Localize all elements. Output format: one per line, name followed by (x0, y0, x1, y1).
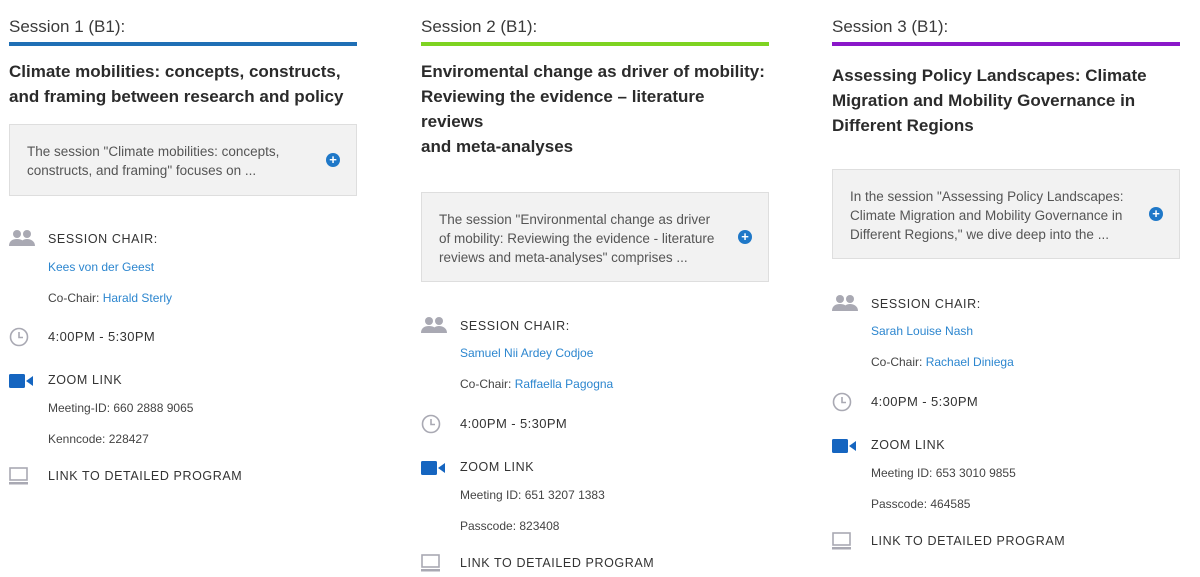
session-heading: Session 1 (B1): (9, 17, 126, 36)
session-chair-link[interactable]: Kees von der Geest (48, 260, 154, 274)
monitor-icon (9, 467, 28, 485)
cochair-line: Co-Chair: Raffaella Pagogna (460, 377, 614, 391)
session-color-bar (421, 42, 769, 46)
session-card-3: Session 3 (B1): Assessing Policy Landsca… (832, 0, 1180, 550)
video-camera-icon (421, 461, 445, 475)
zoom-link-label[interactable]: ZOOM LINK (871, 438, 945, 452)
session-heading: Session 2 (B1): (421, 17, 538, 36)
video-camera-icon (832, 439, 856, 453)
session-card-1: Session 1 (B1): Climate mobilities: conc… (9, 0, 357, 516)
plus-circle-icon[interactable]: + (326, 153, 340, 167)
session-title: Enviromental change as driver of mobilit… (421, 62, 765, 156)
session-description[interactable]: In the session "Assessing Policy Landsca… (832, 169, 1180, 259)
zoom-link-label[interactable]: ZOOM LINK (48, 373, 122, 387)
session-card-2: Session 2 (B1): Enviromental change as d… (421, 0, 769, 577)
meeting-id: Meeting ID: 653 3010 9855 (871, 466, 1016, 480)
plus-circle-icon[interactable]: + (738, 230, 752, 244)
passcode: Passcode: 823408 (460, 519, 560, 533)
clock-icon (421, 414, 441, 434)
session-time: 4:00PM - 5:30PM (48, 329, 156, 344)
session-time: 4:00PM - 5:30PM (871, 394, 979, 409)
plus-circle-icon[interactable]: + (1149, 207, 1163, 221)
zoom-link-label[interactable]: ZOOM LINK (460, 460, 534, 474)
clock-icon (9, 327, 29, 347)
session-color-bar (832, 42, 1180, 46)
session-description[interactable]: The session "Climate mobilities: concept… (9, 124, 357, 196)
monitor-icon (421, 554, 440, 572)
passcode: Kenncode: 228427 (48, 432, 149, 446)
session-heading: Session 3 (B1): (832, 17, 949, 36)
session-chair-link[interactable]: Sarah Louise Nash (871, 324, 973, 338)
session-chair-label: SESSION CHAIR: (460, 319, 570, 333)
session-time: 4:00PM - 5:30PM (460, 416, 568, 431)
detailed-program-link[interactable]: LINK TO DETAILED PROGRAM (460, 556, 654, 570)
people-icon (9, 230, 35, 246)
meeting-id: Meeting ID: 651 3207 1383 (460, 488, 605, 502)
session-description[interactable]: The session "Environmental change as dri… (421, 192, 769, 282)
people-icon (832, 295, 858, 311)
cochair-line: Co-Chair: Rachael Diniega (871, 355, 1014, 369)
session-chair-label: SESSION CHAIR: (48, 232, 158, 246)
video-camera-icon (9, 374, 33, 388)
cochair-link[interactable]: Raffaella Pagogna (515, 377, 614, 391)
session-title: Assessing Policy Landscapes: Climate Mig… (832, 66, 1147, 135)
session-title: Climate mobilities: concepts, constructs… (9, 62, 344, 106)
cochair-link[interactable]: Rachael Diniega (926, 355, 1014, 369)
clock-icon (832, 392, 852, 412)
detailed-program-link[interactable]: LINK TO DETAILED PROGRAM (871, 534, 1065, 548)
people-icon (421, 317, 447, 333)
passcode: Passcode: 464585 (871, 497, 971, 511)
session-details: SESSION CHAIR: Sarah Louise Nash Co-Chai… (832, 259, 1180, 550)
session-details: SESSION CHAIR: Samuel Nii Ardey Codjoe C… (421, 282, 769, 577)
session-chair-link[interactable]: Samuel Nii Ardey Codjoe (460, 346, 593, 360)
session-chair-label: SESSION CHAIR: (871, 297, 981, 311)
meeting-id: Meeting-ID: 660 2888 9065 (48, 401, 194, 415)
cochair-link[interactable]: Harald Sterly (103, 291, 172, 305)
monitor-icon (832, 532, 851, 550)
session-color-bar (9, 42, 357, 46)
session-details: SESSION CHAIR: Kees von der Geest Co-Cha… (9, 196, 357, 516)
cochair-line: Co-Chair: Harald Sterly (48, 291, 173, 305)
detailed-program-link[interactable]: LINK TO DETAILED PROGRAM (48, 469, 242, 483)
